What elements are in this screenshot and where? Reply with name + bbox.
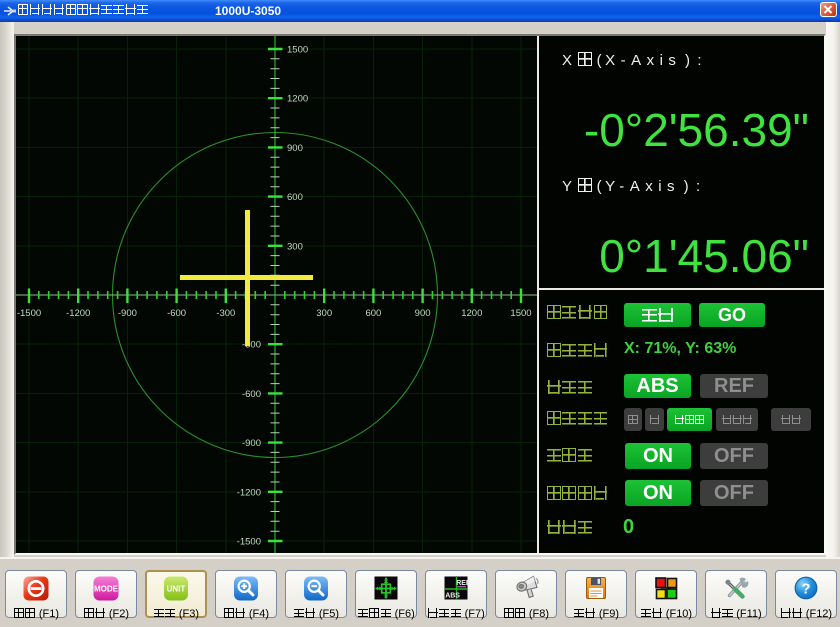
svg-text:900: 900 xyxy=(415,308,431,319)
svg-text:-600: -600 xyxy=(167,308,186,319)
svg-text:-900: -900 xyxy=(242,438,261,449)
svg-text:300: 300 xyxy=(316,308,332,319)
svg-text:600: 600 xyxy=(365,308,381,319)
svg-text:1200: 1200 xyxy=(287,94,308,105)
svg-text:-1200: -1200 xyxy=(66,308,90,319)
svg-text:-1200: -1200 xyxy=(237,487,261,498)
svg-text:-900: -900 xyxy=(118,308,137,319)
svg-text:?: ? xyxy=(801,581,810,598)
svg-text:300: 300 xyxy=(287,241,303,252)
svg-text:600: 600 xyxy=(287,192,303,203)
svg-text:ABS: ABS xyxy=(445,593,460,600)
svg-text:-1500: -1500 xyxy=(17,308,41,319)
svg-text:900: 900 xyxy=(287,143,303,154)
svg-text:-1500: -1500 xyxy=(237,537,261,548)
svg-text:-300: -300 xyxy=(242,340,261,351)
svg-text:1500: 1500 xyxy=(287,45,308,56)
svg-text:REF: REF xyxy=(456,580,470,587)
svg-text:-300: -300 xyxy=(216,308,235,319)
svg-text:MODE: MODE xyxy=(94,585,119,594)
svg-text:UNIT: UNIT xyxy=(167,585,186,594)
svg-text:1200: 1200 xyxy=(461,308,482,319)
svg-text:-600: -600 xyxy=(242,389,261,400)
svg-text:1500: 1500 xyxy=(510,308,531,319)
